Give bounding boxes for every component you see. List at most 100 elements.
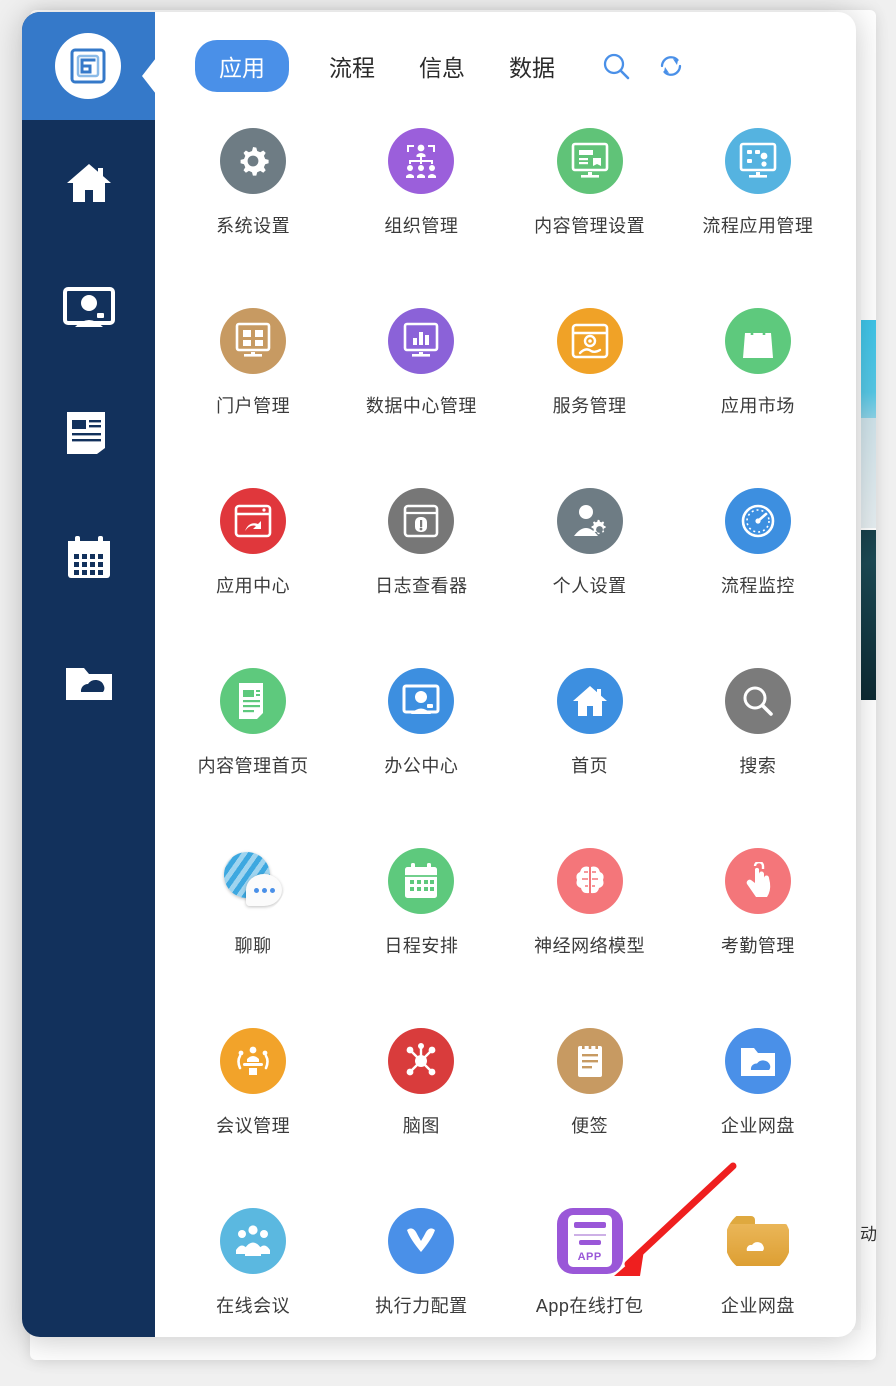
app-tile-data-center[interactable]: 数据中心管理 (337, 300, 505, 480)
left-sidebar (22, 12, 155, 1337)
app-tile-label: 数据中心管理 (365, 396, 477, 416)
app-tile-label: 组织管理 (384, 216, 459, 236)
app-tile-meeting-management[interactable]: 会议管理 (169, 1020, 337, 1200)
app-tile-app-center[interactable]: 应用中心 (169, 480, 337, 660)
app-tile-service-management[interactable]: 服务管理 (506, 300, 674, 480)
app-tile-label: 服务管理 (552, 396, 627, 416)
home-icon (556, 668, 623, 734)
calendar-icon (67, 535, 110, 578)
sidebar-item-calendar[interactable] (22, 495, 155, 620)
spiral-square-logo-icon (70, 48, 106, 84)
sidebar-item-home[interactable] (22, 120, 155, 245)
app-package-glyph: APP (567, 1215, 612, 1267)
app-tile-label: 执行力配置 (375, 1296, 468, 1316)
people-group-icon (220, 1208, 287, 1274)
tab-data[interactable]: 数据 (509, 49, 555, 83)
content-monitor-glyph (571, 142, 608, 178)
search-button[interactable] (601, 51, 631, 81)
check-shape-glyph (407, 1228, 436, 1252)
gear-glyph (240, 147, 269, 176)
check-shape-icon (388, 1208, 455, 1274)
user-gear-glyph (573, 505, 606, 536)
magnifier-icon (724, 668, 791, 734)
app-tile-label: 企业网盘 (720, 1116, 795, 1136)
notepad-green-icon (220, 668, 287, 734)
app-tile-flow-monitor[interactable]: 流程监控 (674, 480, 842, 660)
app-tile-label: 首页 (571, 756, 609, 776)
app-tile-execution-config[interactable]: 执行力配置 (337, 1200, 505, 1337)
sidebar-header (22, 12, 155, 120)
meeting-table-icon (220, 1028, 287, 1094)
tab-apps[interactable]: 应用 (195, 40, 289, 92)
app-tile-label: 内容管理设置 (534, 216, 646, 236)
app-tile-org-management[interactable]: 组织管理 (337, 120, 505, 300)
user-monitor-glyph (402, 684, 440, 714)
app-tile-portal-management[interactable]: 门户管理 (169, 300, 337, 480)
app-center-glyph (234, 504, 272, 538)
app-tile-office-center[interactable]: 办公中心 (337, 660, 505, 840)
app-tile-online-meeting[interactable]: 在线会议 (169, 1200, 337, 1337)
app-tile-label: App在线打包 (535, 1296, 644, 1316)
app-tile-enterprise-netdisk[interactable]: 企业网盘 (674, 1020, 842, 1200)
sidebar-item-netdisk[interactable] (22, 620, 155, 745)
gauge-glyph (741, 504, 775, 538)
notepad-glyph (239, 683, 264, 719)
people-group-glyph (236, 1225, 271, 1256)
app-tile-label: 系统设置 (216, 216, 291, 236)
app-tile-chat[interactable]: 聊聊 (169, 840, 337, 1020)
app-tile-app-market[interactable]: 应用市场 (674, 300, 842, 480)
search-icon (603, 53, 630, 80)
sidebar-item-news[interactable] (22, 370, 155, 495)
app-tile-label: 应用市场 (720, 396, 795, 416)
app-tile-label: 考勤管理 (720, 936, 795, 956)
app-grid: 系统设置 组织管理 内容管理设置 流程应用管理 门户管理 数据中心管理 服务管理… (155, 120, 856, 1337)
app-tile-mind-map[interactable]: 脑图 (337, 1020, 505, 1200)
data-chart-icon (388, 308, 455, 374)
app-tile-label: 办公中心 (384, 756, 459, 776)
app-tile-app-packaging[interactable]: APP App在线打包 (506, 1200, 674, 1337)
sidebar-item-office[interactable] (22, 245, 155, 370)
cloud-folder-glyph (740, 1048, 775, 1076)
flow-monitor-icon (724, 128, 791, 194)
chat-icon (220, 848, 286, 914)
app-tile-label: 聊聊 (234, 936, 272, 956)
app-tile-label: 内容管理首页 (197, 756, 309, 776)
user-monitor-icon (62, 286, 115, 327)
sticky-note-glyph (577, 1043, 602, 1077)
content-monitor-icon (556, 128, 623, 194)
calendar-icon (388, 848, 455, 914)
app-tile-flow-app-management[interactable]: 流程应用管理 (674, 120, 842, 300)
popover-notch (142, 58, 155, 94)
org-chart-glyph (406, 144, 437, 178)
tab-bar: 应用 流程 信息 数据 (155, 12, 856, 120)
org-chart-icon (388, 128, 455, 194)
chat-bubble-shape (246, 874, 283, 906)
app-tile-sticky-note[interactable]: 便签 (506, 1020, 674, 1200)
app-tile-label: 日程安排 (384, 936, 459, 956)
app-tile-enterprise-netdisk-2[interactable]: 企业网盘 (674, 1200, 842, 1337)
app-tile-personal-settings[interactable]: 个人设置 (506, 480, 674, 660)
app-tile-system-settings[interactable]: 系统设置 (169, 120, 337, 300)
app-tile-label: 应用中心 (216, 576, 291, 596)
app-tile-search[interactable]: 搜索 (674, 660, 842, 840)
app-tile-neural-network[interactable]: 神经网络模型 (506, 840, 674, 1020)
shopping-bag-glyph (742, 323, 773, 358)
home-icon (66, 163, 111, 202)
tab-flows[interactable]: 流程 (329, 49, 375, 83)
app-tile-label: 流程监控 (720, 576, 795, 596)
app-shell: 应用 流程 信息 数据 系统设置 组织管理 内容管理设置 流程应用管理 门户管理… (22, 12, 856, 1337)
app-tile-schedule[interactable]: 日程安排 (337, 840, 505, 1020)
tap-hand-glyph (746, 862, 771, 897)
app-tile-home[interactable]: 首页 (506, 660, 674, 840)
app-tile-attendance[interactable]: 考勤管理 (674, 840, 842, 1020)
user-gear-icon (556, 488, 623, 554)
mind-map-glyph (406, 1043, 436, 1076)
app-tile-content-settings[interactable]: 内容管理设置 (506, 120, 674, 300)
app-tile-content-home[interactable]: 内容管理首页 (169, 660, 337, 840)
app-tile-label: 搜索 (739, 756, 777, 776)
refresh-button[interactable] (657, 52, 685, 80)
app-logo[interactable] (55, 33, 121, 99)
magnifier-glyph (743, 686, 773, 716)
app-tile-log-viewer[interactable]: 日志查看器 (337, 480, 505, 660)
tab-info[interactable]: 信息 (419, 49, 465, 83)
